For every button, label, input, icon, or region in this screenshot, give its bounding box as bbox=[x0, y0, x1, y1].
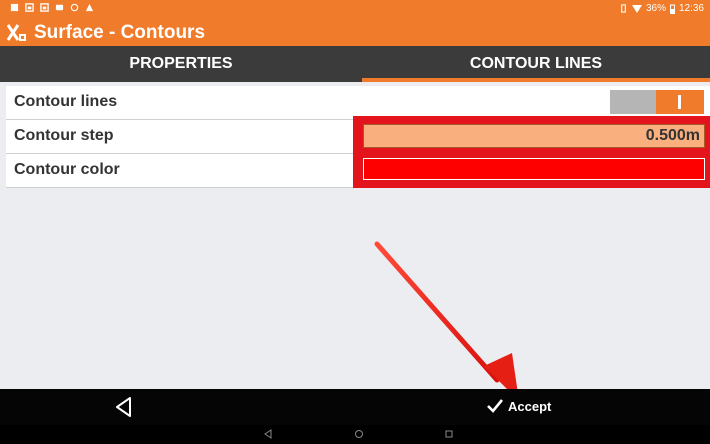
back-triangle-icon[interactable] bbox=[112, 395, 136, 419]
bottom-action-bar: Accept bbox=[0, 389, 710, 425]
annotation-arrow-icon bbox=[374, 241, 519, 401]
nav-back-icon[interactable] bbox=[262, 428, 274, 440]
nav-recents-icon[interactable] bbox=[443, 428, 455, 440]
nav-home-icon[interactable] bbox=[353, 428, 365, 440]
checkmark-icon bbox=[487, 399, 504, 413]
accept-button[interactable]: Accept bbox=[486, 398, 551, 414]
accept-label: Accept bbox=[508, 398, 552, 414]
system-nav-bar bbox=[0, 425, 710, 444]
